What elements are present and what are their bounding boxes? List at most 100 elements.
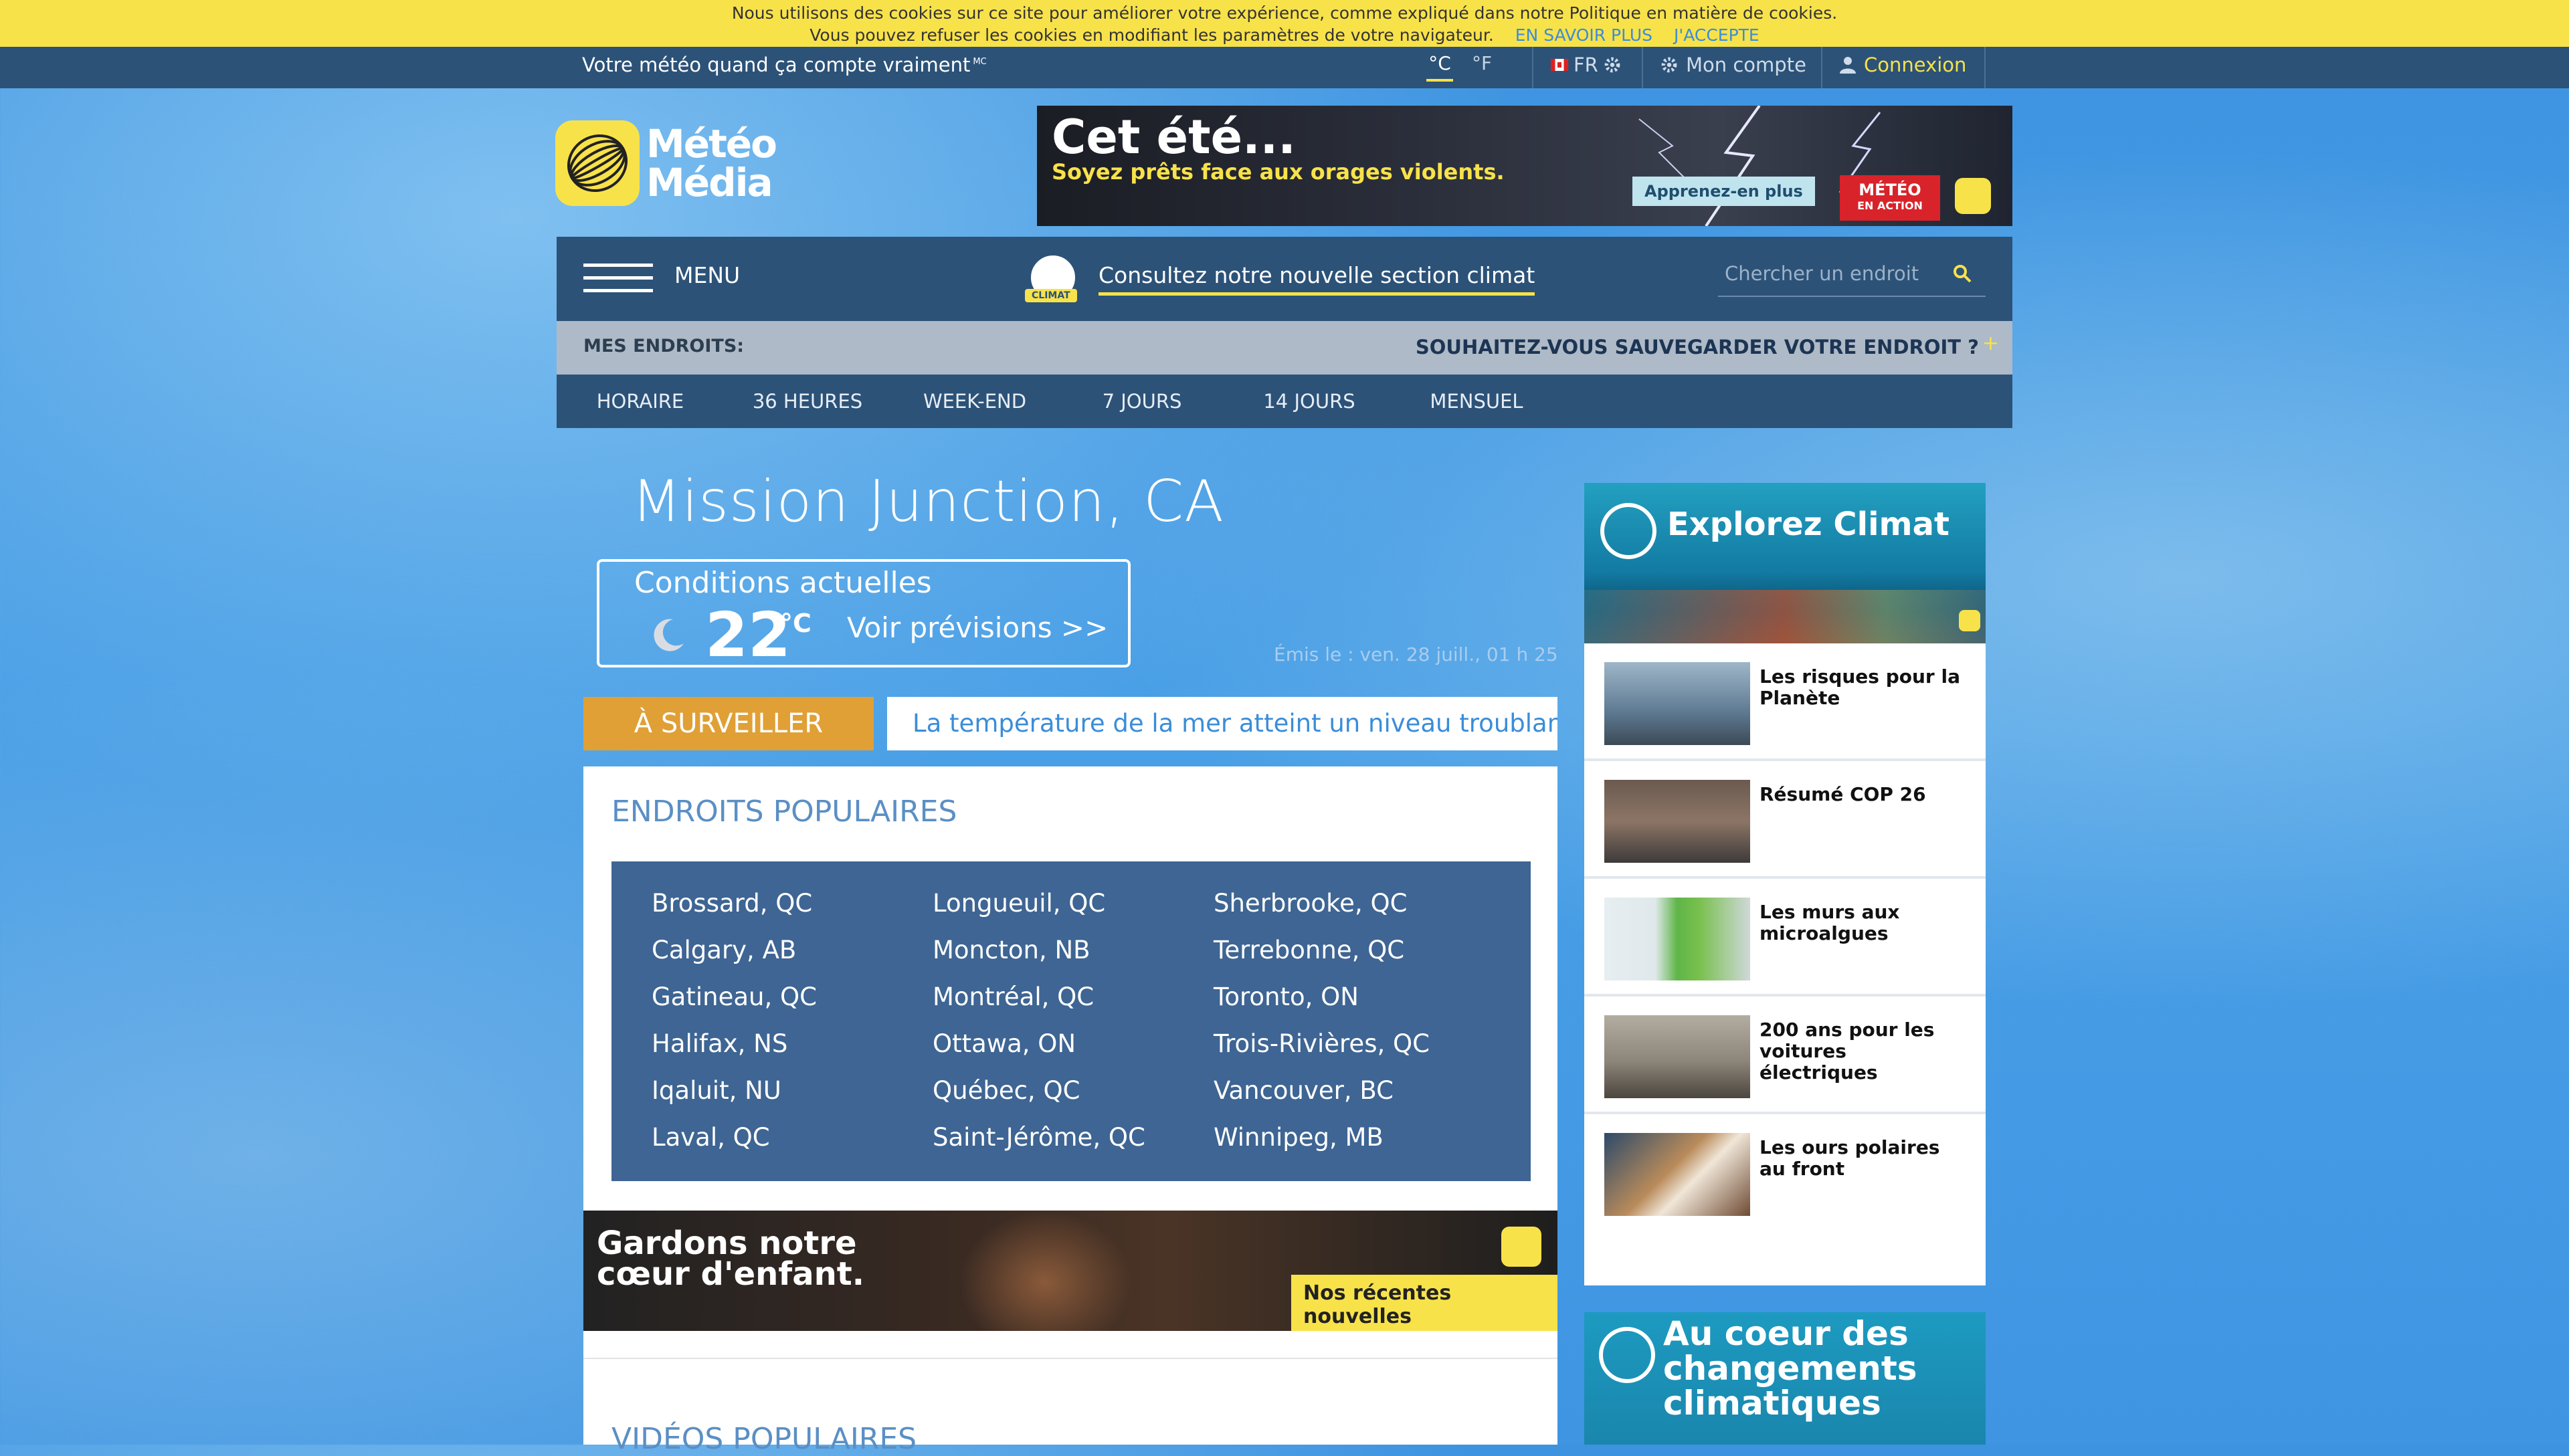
unit-celsius-toggle[interactable]: °C <box>1426 52 1453 82</box>
login-button[interactable]: Connexion <box>1840 54 1966 76</box>
meteo-en-action-badge: MÉTÉO EN ACTION <box>1840 175 1940 221</box>
place-link[interactable]: Gatineau, QC <box>652 974 817 1021</box>
tab-14-jours[interactable]: 14 JOURS <box>1226 375 1393 428</box>
place-link[interactable]: Iqaluit, NU <box>652 1067 817 1114</box>
climat-sidebar-card: Explorez Climat Les risques pour la Plan… <box>1584 483 1986 1285</box>
place-link[interactable]: Saint-Jérôme, QC <box>933 1114 1145 1161</box>
kids-ad-photo <box>958 1211 1132 1331</box>
place-link[interactable]: Ottawa, ON <box>933 1021 1145 1067</box>
climat-hero[interactable]: Explorez Climat <box>1584 483 1986 643</box>
logo-mini-icon <box>1955 178 1991 214</box>
place-link[interactable]: Sherbrooke, QC <box>1214 880 1430 927</box>
unit-fahrenheit-toggle[interactable]: °F <box>1472 52 1492 74</box>
places-column: Brossard, QC Calgary, AB Gatineau, QC Ha… <box>652 880 817 1161</box>
article-thumbnail <box>1604 662 1750 745</box>
current-conditions-box[interactable]: Conditions actuelles 22 °C Voir prévisio… <box>597 559 1131 671</box>
logo-mini-icon <box>1959 610 1980 631</box>
popular-places-title: ENDROITS POPULAIRES <box>611 795 957 829</box>
logo-text: Météo Média <box>646 121 777 205</box>
tab-week-end[interactable]: WEEK-END <box>891 375 1058 428</box>
location-search <box>1718 254 1986 297</box>
article-title: Résumé COP 26 <box>1759 783 1926 805</box>
divider <box>1821 47 1822 88</box>
divider <box>1984 47 1986 88</box>
article-item[interactable]: Les risques pour la Planète <box>1584 643 1986 761</box>
article-item[interactable]: Les murs aux microalgues <box>1584 879 1986 997</box>
place-link[interactable]: Trois-Rivières, QC <box>1214 1021 1430 1067</box>
article-title: 200 ans pour les voitures électriques <box>1759 1019 1935 1083</box>
article-thumbnail <box>1604 1015 1750 1098</box>
place-link[interactable]: Longueuil, QC <box>933 880 1145 927</box>
my-places-label: MES ENDROITS: <box>583 336 745 356</box>
place-link[interactable]: Terrebonne, QC <box>1214 927 1430 974</box>
place-link[interactable]: Vancouver, BC <box>1214 1067 1430 1114</box>
kids-ad-news-button[interactable]: Nos récentes nouvelles <box>1291 1275 1557 1331</box>
article-item[interactable]: Les ours polaires au front <box>1584 1114 1986 1232</box>
language-label: FR <box>1574 54 1598 76</box>
climat-globe-icon[interactable]: CLIMAT <box>1025 253 1081 309</box>
cookie-learn-more-link[interactable]: EN SAVOIR PLUS <box>1515 25 1652 45</box>
divider <box>1642 47 1643 88</box>
user-icon <box>1840 57 1856 74</box>
save-location-prompt[interactable]: SOUHAITEZ-VOUS SAUVEGARDER VOTRE ENDROIT… <box>1416 336 1979 358</box>
popular-videos-title: VIDÉOS POPULAIRES <box>611 1422 917 1456</box>
add-location-icon[interactable]: + <box>1982 332 1999 355</box>
cookie-text-line2: Vous pouvez refuser les cookies en modif… <box>810 25 1494 45</box>
view-forecast-link[interactable]: Voir prévisions >> <box>847 611 1108 644</box>
article-thumbnail <box>1604 1133 1750 1216</box>
place-link[interactable]: Halifax, NS <box>652 1021 817 1067</box>
my-places-bar: MES ENDROITS: SOUHAITEZ-VOUS SAUVEGARDER… <box>557 321 2012 375</box>
logo-mini-icon <box>1501 1227 1541 1267</box>
place-link[interactable]: Québec, QC <box>933 1067 1145 1114</box>
ad-learn-more-button[interactable]: Apprenez-en plus <box>1632 177 1815 206</box>
article-item[interactable]: Résumé COP 26 <box>1584 761 1986 879</box>
meteomedia-logo[interactable]: Météo Média <box>555 119 777 207</box>
kids-ad-banner[interactable]: Gardons notre cœur d'enfant. Nos récentes… <box>583 1211 1557 1331</box>
cookie-banner: Nous utilisons des cookies sur ce site p… <box>0 0 2569 47</box>
kids-ad-headline: Gardons notre cœur d'enfant. <box>597 1225 864 1293</box>
tab-36-heures[interactable]: 36 HEURES <box>724 375 891 428</box>
article-item[interactable]: 200 ans pour les voitures électriques <box>1584 997 1986 1114</box>
search-icon[interactable] <box>1952 264 1972 284</box>
city-title: Mission Junction, CA <box>632 468 1225 535</box>
account-button[interactable]: Mon compte <box>1660 54 1806 76</box>
search-input[interactable] <box>1718 254 1947 293</box>
hamburger-menu-icon[interactable] <box>583 264 653 296</box>
cookie-text-line1: Nous utilisons des cookies sur ce site p… <box>731 3 1838 23</box>
issued-timestamp: Émis le : ven. 28 juill., 01 h 25 <box>1274 643 1558 665</box>
forecast-tabs: HORAIRE 36 HEURES WEEK-END 7 JOURS 14 JO… <box>557 375 2012 428</box>
place-link[interactable]: Toronto, ON <box>1214 974 1430 1021</box>
place-link[interactable]: Laval, QC <box>652 1114 817 1161</box>
tab-mensuel[interactable]: MENSUEL <box>1393 375 1560 428</box>
menu-label[interactable]: MENU <box>674 262 740 288</box>
globe-icon <box>1600 503 1656 559</box>
current-temperature: 22 <box>705 599 791 671</box>
climat-section-link[interactable]: Consultez notre nouvelle section climat <box>1099 262 1535 296</box>
language-selector[interactable]: FR <box>1551 54 1621 76</box>
tagline: Votre météo quand ça compte vraiment MC <box>582 54 987 76</box>
divider <box>583 1358 1557 1359</box>
place-link[interactable]: Calgary, AB <box>652 927 817 974</box>
logo-globe-icon <box>555 120 640 206</box>
place-link[interactable]: Winnipeg, MB <box>1214 1114 1430 1161</box>
article-title: Les ours polaires au front <box>1759 1136 1940 1180</box>
place-link[interactable]: Brossard, QC <box>652 880 817 927</box>
watch-label[interactable]: À SURVEILLER <box>583 697 874 750</box>
tab-7-jours[interactable]: 7 JOURS <box>1058 375 1226 428</box>
ad-headline: Cet été... <box>1052 110 1296 165</box>
popular-places-list: Brossard, QC Calgary, AB Gatineau, QC Ha… <box>611 861 1531 1181</box>
article-thumbnail <box>1604 898 1750 980</box>
globe-icon <box>1599 1327 1655 1383</box>
temperature-unit: °C <box>780 609 812 638</box>
cookie-accept-link[interactable]: J'ACCEPTE <box>1674 25 1759 45</box>
place-link[interactable]: Montréal, QC <box>933 974 1145 1021</box>
storm-ad-banner[interactable]: Cet été... Soyez prêts face aux orages v… <box>1037 106 2012 226</box>
place-link[interactable]: Moncton, NB <box>933 927 1145 974</box>
account-label: Mon compte <box>1686 54 1806 76</box>
tab-horaire[interactable]: HORAIRE <box>557 375 724 428</box>
watch-headline-link[interactable]: La température de la mer atteint un nive… <box>887 697 1557 750</box>
coral-reef-image <box>1584 590 1986 643</box>
main-nav: MENU CLIMAT Consultez notre nouvelle sec… <box>557 237 2012 321</box>
climate-change-title: Au coeur des changements climatiques <box>1663 1314 1917 1423</box>
climate-change-card[interactable]: Au coeur des changements climatiques <box>1584 1312 1986 1445</box>
